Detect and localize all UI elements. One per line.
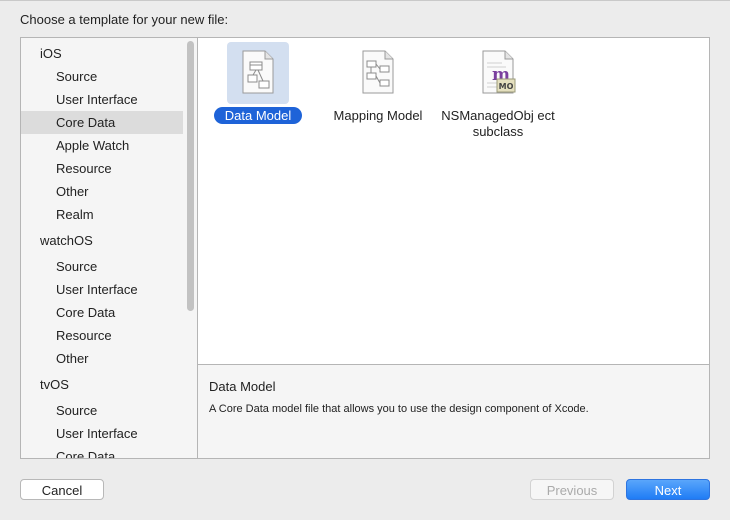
sidebar-item-core-data[interactable]: Core Data bbox=[21, 445, 183, 458]
template-label: NSManagedObj ect subclass bbox=[441, 108, 555, 139]
sidebar-scroll-thumb[interactable] bbox=[187, 41, 194, 311]
cancel-button[interactable]: Cancel bbox=[20, 479, 104, 500]
sidebar-item-realm[interactable]: Realm bbox=[21, 203, 183, 226]
template-tile-nsmanagedobject-subclass[interactable]: m MO NSManagedObj ect subclass bbox=[438, 42, 558, 152]
sidebar-group-tvos[interactable]: tvOS bbox=[21, 373, 183, 396]
sidebar-item-core-data[interactable]: Core Data bbox=[21, 301, 183, 324]
sidebar-item-other[interactable]: Other bbox=[21, 180, 183, 203]
sidebar-item-source[interactable]: Source bbox=[21, 399, 183, 422]
dialog-heading: Choose a template for your new file: bbox=[20, 12, 229, 27]
description-text: A Core Data model file that allows you t… bbox=[209, 403, 589, 415]
template-grid: Data Model Mapping Model m MO NSManagedO… bbox=[198, 38, 709, 364]
template-label-text: Data Model bbox=[213, 107, 303, 124]
mapping-model-icon bbox=[362, 50, 394, 94]
sidebar-item-user-interface[interactable]: User Interface bbox=[21, 422, 183, 445]
template-label: Data Model bbox=[198, 107, 318, 124]
tile-selection-highlight bbox=[227, 42, 289, 104]
template-tile-mapping-model[interactable]: Mapping Model bbox=[318, 42, 438, 152]
description-title: Data Model bbox=[209, 379, 276, 394]
data-model-icon bbox=[242, 50, 274, 94]
sidebar-item-apple-watch[interactable]: Apple Watch bbox=[21, 134, 183, 157]
template-tile-data-model[interactable]: Data Model bbox=[198, 42, 318, 152]
mo-badge: MO bbox=[499, 82, 514, 91]
sidebar-item-user-interface[interactable]: User Interface bbox=[21, 278, 183, 301]
managed-object-icon: m MO bbox=[482, 50, 516, 94]
window-top-edge bbox=[0, 0, 730, 1]
sidebar-group-ios[interactable]: iOS bbox=[21, 42, 183, 65]
sidebar-group-watchos[interactable]: watchOS bbox=[21, 229, 183, 252]
sidebar-item-resource[interactable]: Resource bbox=[21, 157, 183, 180]
template-label: Mapping Model bbox=[333, 108, 423, 123]
sidebar-scrollbar[interactable] bbox=[183, 38, 197, 458]
template-chooser-panel: iOS Source User Interface Core Data Appl… bbox=[20, 37, 710, 459]
sidebar-item-resource[interactable]: Resource bbox=[21, 324, 183, 347]
next-button[interactable]: Next bbox=[626, 479, 710, 500]
sidebar-item-core-data[interactable]: Core Data bbox=[21, 111, 183, 134]
template-description: Data Model A Core Data model file that a… bbox=[198, 365, 709, 458]
sidebar-item-other[interactable]: Other bbox=[21, 347, 183, 370]
sidebar-item-source[interactable]: Source bbox=[21, 65, 183, 88]
tile-icon-area: m MO bbox=[467, 42, 529, 104]
platform-category-sidebar: iOS Source User Interface Core Data Appl… bbox=[21, 38, 197, 458]
sidebar-item-source[interactable]: Source bbox=[21, 255, 183, 278]
previous-button[interactable]: Previous bbox=[530, 479, 614, 500]
sidebar-item-user-interface[interactable]: User Interface bbox=[21, 88, 183, 111]
tile-icon-area bbox=[347, 42, 409, 104]
